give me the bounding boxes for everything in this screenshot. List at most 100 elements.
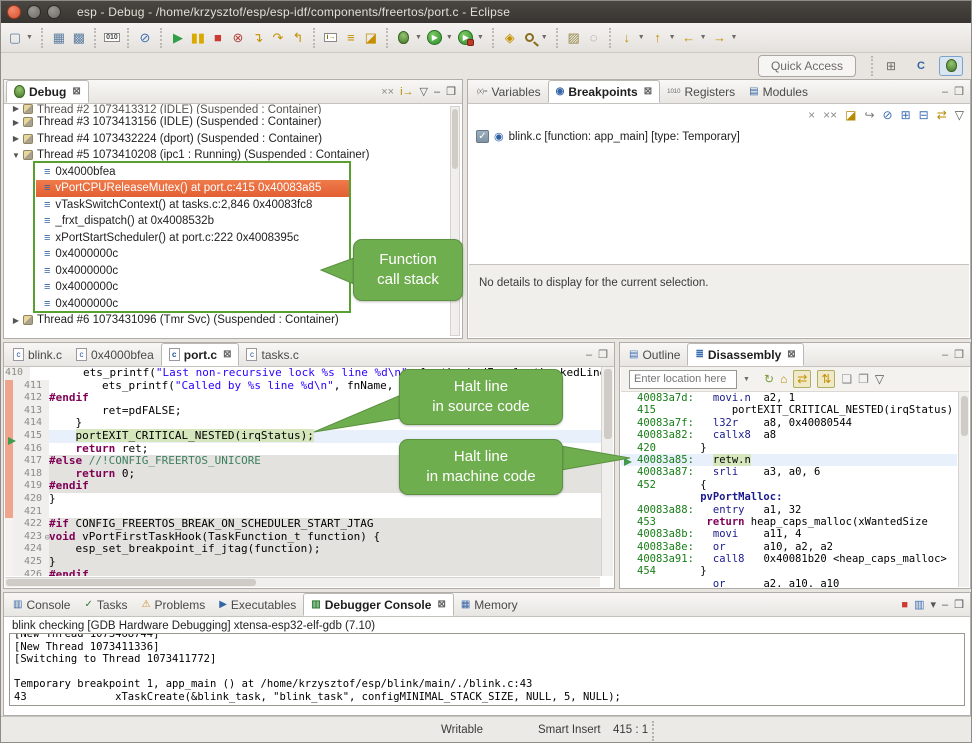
track-expression-icon[interactable]: ⇅ bbox=[817, 370, 835, 388]
tab-outline[interactable]: ▤Outline bbox=[622, 343, 687, 366]
scrollbar-thumb[interactable] bbox=[961, 396, 968, 436]
location-input[interactable] bbox=[629, 370, 737, 389]
breakpoint-checkbox[interactable]: ✓ bbox=[476, 130, 489, 143]
suspend-icon[interactable]: ▮▮ bbox=[188, 27, 208, 49]
stack-frame-row[interactable]: ≡0x4000000c bbox=[36, 279, 350, 296]
tab-0x4000bfea[interactable]: c0x4000bfea bbox=[69, 343, 161, 366]
view-menu-icon[interactable]: ▽ bbox=[875, 372, 884, 386]
new-wizard-icon[interactable]: ▢ bbox=[5, 27, 25, 49]
chevron-down-icon[interactable]: ▼ bbox=[446, 34, 453, 41]
expander-icon[interactable]: ▶ bbox=[11, 104, 21, 113]
collapse-all-icon[interactable]: ⊟ bbox=[919, 108, 929, 122]
minimize-icon[interactable]: – bbox=[942, 599, 948, 611]
terminate-icon[interactable]: ■ bbox=[901, 599, 908, 611]
minimize-button[interactable] bbox=[27, 5, 41, 19]
close-icon[interactable]: ⊠ bbox=[787, 349, 795, 360]
go-into-icon[interactable]: ↑ bbox=[648, 27, 668, 49]
forward-icon[interactable]: → bbox=[710, 27, 730, 49]
view-menu-icon[interactable]: ▽ bbox=[955, 108, 964, 122]
maximize-icon[interactable]: ❒ bbox=[954, 598, 964, 611]
breakpoint-list-item[interactable]: ✓ ◉ blink.c [function: app_main] [type: … bbox=[476, 130, 740, 143]
stack-frame-row[interactable]: ≡_frxt_dispatch() at 0x4008532b bbox=[36, 213, 350, 230]
debug-launch-icon[interactable] bbox=[394, 27, 414, 49]
tab-breakpoints[interactable]: ◉Breakpoints⊠ bbox=[548, 80, 660, 103]
skip-all-breakpoints-icon[interactable]: ⊘ bbox=[135, 27, 155, 49]
tab-disassembly[interactable]: ≣Disassembly⊠ bbox=[687, 343, 803, 366]
tab-executables[interactable]: ▶Executables bbox=[212, 593, 303, 616]
terminate-icon[interactable]: ■ bbox=[208, 27, 228, 49]
editor-horizontal-scrollbar[interactable] bbox=[5, 577, 600, 587]
use-step-filters-icon[interactable]: ◪ bbox=[361, 27, 381, 49]
tab-portc[interactable]: cport.c⊠ bbox=[161, 343, 240, 366]
cpp-perspective-button[interactable]: C bbox=[909, 56, 933, 76]
show-supported-breakpoints-icon[interactable]: ◪ bbox=[845, 108, 856, 122]
close-button[interactable] bbox=[7, 5, 21, 19]
stack-frame-row[interactable]: ≡vTaskSwitchContext() at tasks.c:2,846 0… bbox=[36, 197, 350, 214]
thread-row[interactable]: ▶Thread #6 1073431096 (Tmr Svc) (Suspend… bbox=[5, 312, 461, 329]
maximize-icon[interactable]: ❒ bbox=[954, 85, 964, 98]
scrollbar-thumb[interactable] bbox=[452, 109, 458, 169]
external-tools-icon[interactable]: ▶ bbox=[456, 27, 476, 49]
step-return-icon[interactable]: ↰ bbox=[288, 27, 308, 49]
expander-icon[interactable]: ▼ bbox=[11, 151, 21, 160]
console-dropdown-icon[interactable]: ▾ bbox=[930, 598, 936, 611]
debug-scrollbar[interactable] bbox=[450, 106, 460, 336]
close-icon[interactable]: ⊠ bbox=[644, 86, 652, 97]
open-perspective-icon[interactable]: ⊞ bbox=[879, 56, 903, 76]
scrollbar-thumb[interactable] bbox=[6, 579, 256, 586]
stack-frame-row[interactable]: ≡vPortCPUReleaseMutex() at port.c:415 0x… bbox=[36, 180, 350, 197]
tab-console[interactable]: ▥Console bbox=[6, 593, 77, 616]
new-view-icon[interactable]: ❏ bbox=[841, 372, 852, 386]
instruction-stepping-icon[interactable]: i→ bbox=[321, 27, 341, 49]
thread-row[interactable]: ▶Thread #3 1073413156 (IDLE) (Suspended … bbox=[5, 114, 461, 131]
disassembly-scrollbar[interactable] bbox=[958, 392, 969, 587]
maximize-button[interactable] bbox=[47, 5, 61, 19]
chevron-down-icon[interactable]: ▼ bbox=[731, 34, 738, 41]
tab-variables[interactable]: (x)=Variables bbox=[470, 80, 548, 103]
open-console-icon[interactable]: ▥ bbox=[914, 598, 924, 611]
home-icon[interactable]: ⌂ bbox=[780, 372, 787, 386]
mark-occurrences-icon[interactable]: ▨ bbox=[564, 27, 584, 49]
tab-tasksc[interactable]: ctasks.c bbox=[239, 343, 305, 366]
stack-frame-row[interactable]: ≡0x4000000c bbox=[36, 296, 350, 313]
tab-memory[interactable]: ▦Memory bbox=[454, 593, 525, 616]
annotations-icon[interactable]: ◌ bbox=[584, 27, 604, 49]
close-icon[interactable]: ⊠ bbox=[437, 599, 445, 610]
maximize-icon[interactable]: ❒ bbox=[954, 348, 964, 361]
last-edit-location-icon[interactable]: ↓ bbox=[617, 27, 637, 49]
minimize-icon[interactable]: – bbox=[942, 349, 948, 361]
show-debug-elements-icon[interactable]: ≡ bbox=[341, 27, 361, 49]
disconnect-icon[interactable]: ⊗ bbox=[228, 27, 248, 49]
chevron-down-icon[interactable]: ▼ bbox=[700, 34, 707, 41]
thread-row[interactable]: ▶Thread #4 1073432224 (dport) (Suspended… bbox=[5, 131, 461, 148]
run-icon[interactable]: ▶ bbox=[425, 27, 445, 49]
tab-debugger-console[interactable]: ▥Debugger Console⊠ bbox=[303, 593, 454, 616]
close-icon[interactable]: ⊠ bbox=[72, 86, 80, 97]
binary-icon[interactable]: 010 bbox=[102, 27, 122, 49]
resume-icon[interactable]: ▶ bbox=[168, 27, 188, 49]
open-element-icon[interactable]: ◈ bbox=[500, 27, 520, 49]
tab-problems[interactable]: ⚠Problems bbox=[135, 593, 213, 616]
chevron-down-icon[interactable]: ▼ bbox=[669, 34, 676, 41]
chevron-down-icon[interactable]: ▼ bbox=[477, 34, 484, 41]
quick-access-button[interactable]: Quick Access bbox=[758, 55, 856, 77]
tab-debug[interactable]: Debug ⊠ bbox=[6, 80, 89, 103]
chevron-down-icon[interactable]: ▼ bbox=[638, 34, 645, 41]
maximize-icon[interactable]: ❒ bbox=[446, 85, 456, 98]
remove-all-breakpoints-icon[interactable]: ×× bbox=[823, 108, 837, 122]
remove-breakpoint-icon[interactable]: × bbox=[808, 108, 815, 122]
view-menu-icon[interactable]: ▽ bbox=[420, 85, 428, 98]
chevron-down-icon[interactable]: ▼ bbox=[743, 376, 750, 383]
tab-blinkc[interactable]: cblink.c bbox=[6, 343, 69, 366]
sync-selection-icon[interactable]: ⇄ bbox=[793, 370, 811, 388]
stack-frame-row[interactable]: ≡0x4000bfea bbox=[36, 164, 350, 181]
expander-icon[interactable]: ▶ bbox=[11, 316, 21, 325]
stack-frame-row[interactable]: ≡xPortStartScheduler() at port.c:222 0x4… bbox=[36, 230, 350, 247]
save-icon[interactable]: ▦ bbox=[49, 27, 69, 49]
scrollbar-thumb[interactable] bbox=[604, 369, 612, 439]
thread-row[interactable]: ▼Thread #5 1073410208 (ipc1 : Running) (… bbox=[5, 147, 461, 164]
editor-vertical-scrollbar[interactable] bbox=[601, 367, 613, 576]
search-icon[interactable] bbox=[520, 27, 540, 49]
tab-modules[interactable]: ▤Modules bbox=[742, 80, 815, 103]
remove-all-terminated-icon[interactable]: ×× bbox=[381, 86, 394, 98]
